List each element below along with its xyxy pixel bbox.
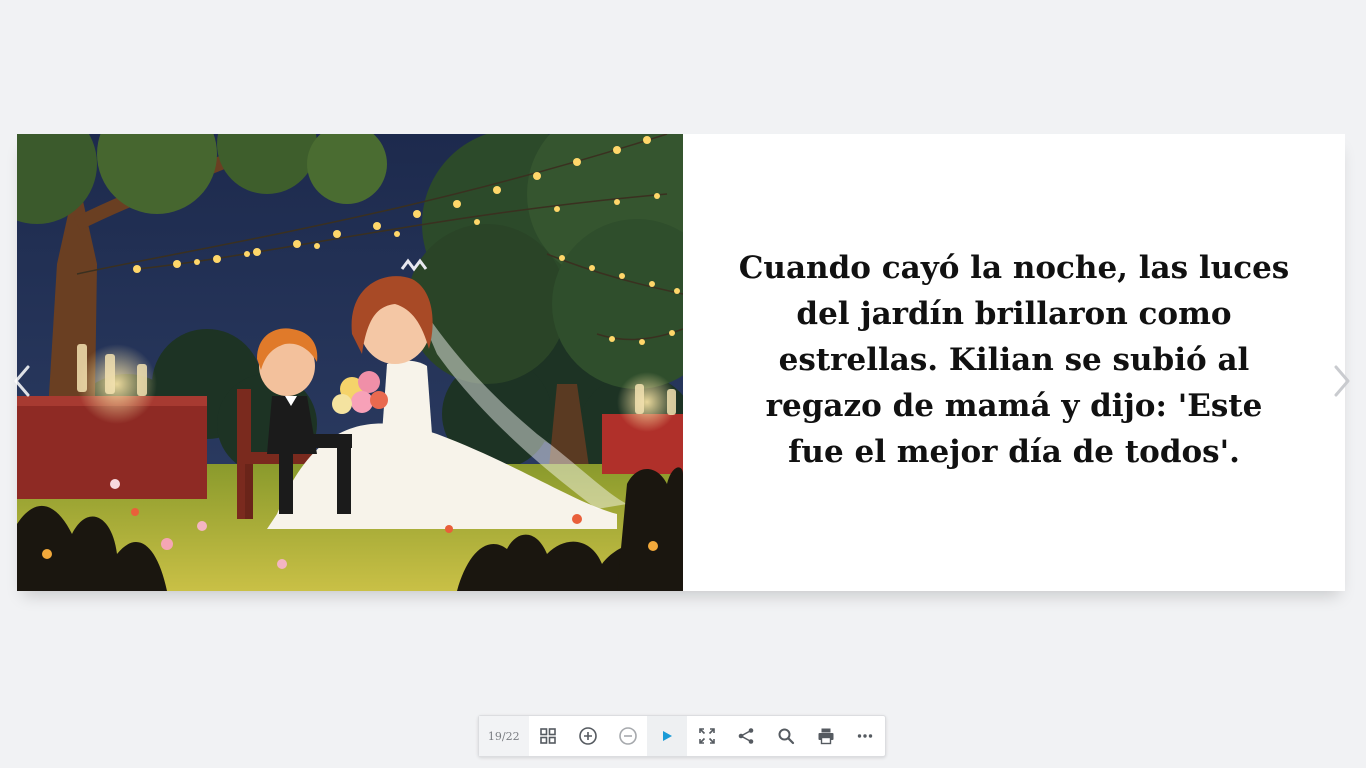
chevron-left-icon bbox=[14, 365, 30, 397]
zoom-in-icon bbox=[579, 727, 597, 745]
autoplay-button[interactable] bbox=[647, 716, 687, 756]
zoom-in-button[interactable] bbox=[568, 716, 608, 756]
thumbnails-button[interactable] bbox=[529, 716, 569, 756]
search-icon bbox=[778, 728, 795, 745]
more-icon bbox=[857, 734, 873, 738]
zoom-out-button[interactable] bbox=[608, 716, 648, 756]
book-spread: Cuando cayó la noche, las luces del jard… bbox=[17, 134, 1345, 591]
more-options-button[interactable] bbox=[845, 716, 885, 756]
story-text: Cuando cayó la noche, las luces del jard… bbox=[738, 249, 1290, 470]
chevron-right-icon bbox=[1334, 365, 1350, 397]
previous-page-button[interactable] bbox=[8, 362, 36, 400]
print-icon bbox=[818, 728, 834, 745]
fullscreen-icon bbox=[698, 728, 715, 744]
page-counter: 19/22 bbox=[479, 716, 529, 756]
play-icon bbox=[663, 731, 673, 741]
search-button[interactable] bbox=[766, 716, 806, 756]
grid-icon bbox=[540, 728, 557, 744]
text-page: Cuando cayó la noche, las luces del jard… bbox=[683, 134, 1345, 591]
share-icon bbox=[739, 728, 754, 744]
fullscreen-button[interactable] bbox=[687, 716, 727, 756]
share-button[interactable] bbox=[727, 716, 767, 756]
wedding-garden-illustration bbox=[17, 134, 683, 591]
next-page-button[interactable] bbox=[1328, 362, 1356, 400]
viewer-toolbar: 19/22 bbox=[478, 715, 886, 757]
print-button[interactable] bbox=[806, 716, 846, 756]
flipbook-viewer: Cuando cayó la noche, las luces del jard… bbox=[0, 0, 1366, 768]
zoom-out-icon bbox=[618, 727, 637, 745]
illustration-page bbox=[17, 134, 683, 591]
